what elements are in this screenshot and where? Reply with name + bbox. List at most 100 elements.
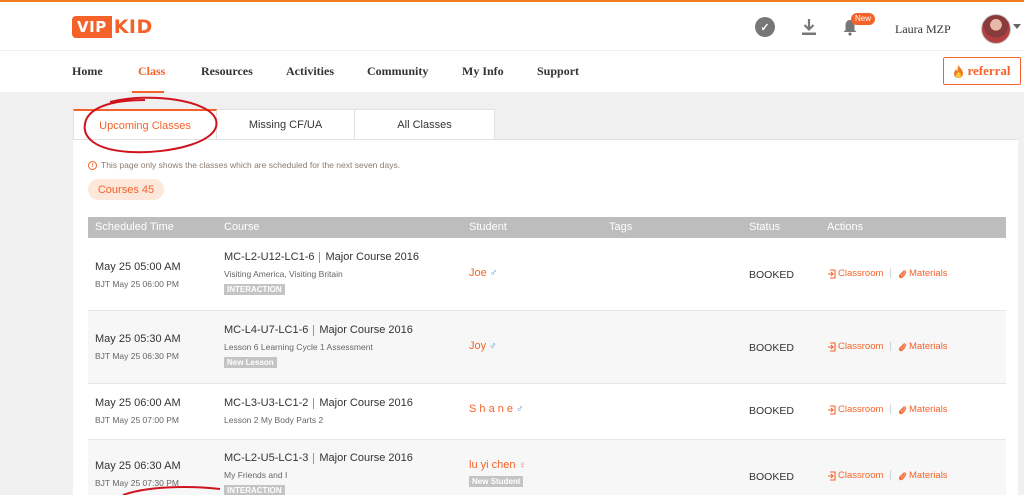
status-text: BOOKED xyxy=(749,269,794,281)
course-name: Major Course 2016 xyxy=(319,452,413,464)
course-code: MC-L2-U5-LC1-3 xyxy=(224,452,309,464)
bjt-time: BJT May 25 06:00 PM xyxy=(95,279,179,289)
course-code: MC-L2-U12-LC1-6 xyxy=(224,251,315,263)
table-row: May 25 05:30 AM BJT May 25 06:30 PM MC-L… xyxy=(88,311,1006,384)
col-course: Course xyxy=(224,221,260,233)
lesson-title: Lesson 2 My Body Parts 2 xyxy=(224,415,324,425)
nav-community[interactable]: Community xyxy=(367,64,428,79)
materials-link[interactable]: Materials xyxy=(898,404,948,415)
lesson-title: Lesson 6 Learning Cycle 1 Assessment xyxy=(224,342,373,352)
classroom-label: Classroom xyxy=(838,341,884,352)
male-icon: ♂ xyxy=(489,340,497,352)
notice: i This page only shows the classes which… xyxy=(88,160,400,170)
student-tag: New Student xyxy=(469,476,524,487)
tab-all-classes[interactable]: All Classes xyxy=(355,109,495,140)
materials-label: Materials xyxy=(909,404,948,415)
student-name[interactable]: Joe xyxy=(469,267,487,279)
student-name[interactable]: Joy xyxy=(469,340,486,352)
classroom-link[interactable]: Classroom xyxy=(827,470,883,481)
classroom-link[interactable]: Classroom xyxy=(827,268,883,279)
male-icon: ♂ xyxy=(489,267,498,279)
download-icon[interactable] xyxy=(799,17,819,37)
status-text: BOOKED xyxy=(749,342,794,354)
enter-icon xyxy=(828,341,836,352)
col-status: Status xyxy=(749,221,781,233)
lesson-title: My Friends and I xyxy=(224,470,288,480)
logo-vip-text: VIP xyxy=(72,16,112,38)
bjt-time: BJT May 25 06:30 PM xyxy=(95,351,179,361)
nav-activities[interactable]: Activities xyxy=(286,64,334,79)
divider xyxy=(313,452,315,464)
scheduled-time: May 25 05:30 AM xyxy=(95,333,181,345)
col-student: Student xyxy=(469,221,507,233)
courses-count-badge[interactable]: Courses 45 xyxy=(88,179,164,200)
course-name: Major Course 2016 xyxy=(319,324,413,336)
logo-kid-text: KID xyxy=(113,16,153,38)
vipkid-logo[interactable]: VIP KID xyxy=(72,14,153,40)
course-code: MC-L4-U7-LC1-6 xyxy=(224,324,309,336)
lesson-title: Visiting America, Visiting Britain xyxy=(224,269,343,279)
enter-icon xyxy=(828,404,836,415)
nav-support[interactable]: Support xyxy=(537,64,579,79)
male-icon: ♂ xyxy=(516,403,524,415)
materials-link[interactable]: Materials xyxy=(898,341,948,352)
tab-upcoming-classes[interactable]: Upcoming Classes xyxy=(73,109,217,140)
divider: | xyxy=(889,470,893,481)
chevron-down-icon[interactable] xyxy=(1013,24,1021,29)
divider: | xyxy=(889,268,893,279)
course-code: MC-L3-U3-LC1-2 xyxy=(224,397,309,409)
table-row: May 25 05:00 AM BJT May 25 06:00 PM MC-L… xyxy=(88,238,1006,311)
scheduled-time: May 25 05:00 AM xyxy=(95,261,181,273)
classroom-label: Classroom xyxy=(838,470,884,481)
status-text: BOOKED xyxy=(749,405,794,417)
col-scheduled-time: Scheduled Time xyxy=(95,221,174,233)
nav-home[interactable]: Home xyxy=(72,64,103,79)
student-name[interactable]: lu yi chen xyxy=(469,459,515,471)
divider: | xyxy=(889,404,893,415)
active-nav-indicator xyxy=(132,91,164,93)
divider xyxy=(313,324,315,336)
v-icon[interactable]: ✓ xyxy=(755,17,775,37)
materials-link[interactable]: Materials xyxy=(898,268,948,279)
course-name: Major Course 2016 xyxy=(319,397,413,409)
status-text: BOOKED xyxy=(749,471,794,483)
female-icon: ♀ xyxy=(518,459,526,471)
paperclip-icon xyxy=(898,342,907,351)
classroom-link[interactable]: Classroom xyxy=(827,341,883,352)
main-nav: Home Class Resources Activities Communit… xyxy=(0,50,1024,93)
materials-link[interactable]: Materials xyxy=(898,470,948,481)
referral-label: referral xyxy=(967,63,1011,78)
divider xyxy=(319,251,321,263)
paperclip-icon xyxy=(898,269,907,278)
avatar[interactable] xyxy=(981,14,1011,44)
materials-label: Materials xyxy=(909,470,948,481)
nav-my-info[interactable]: My Info xyxy=(462,64,504,79)
referral-button[interactable]: referral xyxy=(943,57,1021,85)
classroom-label: Classroom xyxy=(838,268,884,279)
classroom-label: Classroom xyxy=(838,404,884,415)
nav-class[interactable]: Class xyxy=(138,64,165,79)
flame-icon xyxy=(954,64,964,78)
top-bar: VIP KID ✓ New Laura MZP xyxy=(0,0,1024,50)
username[interactable]: Laura MZP xyxy=(895,22,951,37)
enter-icon xyxy=(828,470,836,481)
paperclip-icon xyxy=(898,405,907,414)
tab-missing-cf-ua[interactable]: Missing CF/UA xyxy=(217,109,355,140)
classroom-link[interactable]: Classroom xyxy=(827,404,883,415)
info-icon: i xyxy=(88,160,97,170)
lesson-tag: New Lesson xyxy=(224,357,277,368)
materials-label: Materials xyxy=(909,268,948,279)
table-header: Scheduled Time Course Student Tags Statu… xyxy=(88,217,1006,238)
divider: | xyxy=(889,341,893,352)
nav-resources[interactable]: Resources xyxy=(201,64,253,79)
divider xyxy=(313,397,315,409)
col-tags: Tags xyxy=(609,221,633,233)
scheduled-time: May 25 06:00 AM xyxy=(95,397,181,409)
student-name[interactable]: S h a n e xyxy=(469,403,513,415)
bjt-time: BJT May 25 07:30 PM xyxy=(95,478,179,488)
lesson-tag: INTERACTION xyxy=(224,284,285,295)
course-name: Major Course 2016 xyxy=(325,251,420,263)
materials-label: Materials xyxy=(909,341,948,352)
table-row: May 25 06:00 AM BJT May 25 07:00 PM MC-L… xyxy=(88,384,1006,440)
paperclip-icon xyxy=(898,471,907,480)
